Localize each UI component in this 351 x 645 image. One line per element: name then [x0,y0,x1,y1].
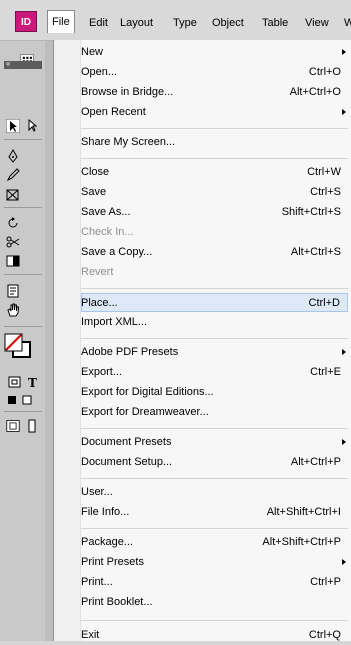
rotate-tool-icon[interactable] [6,216,20,230]
menu-item-file-info[interactable]: File Info... Alt+Shift+Ctrl+I [81,503,348,522]
menu-item-export-dreamweaver[interactable]: Export for Dreamweaver... [81,403,348,422]
menu-item-open-recent[interactable]: Open Recent [81,103,348,122]
menu-item-place[interactable]: Place... Ctrl+D [81,293,348,312]
menu-item-adobe-pdf-presets[interactable]: Adobe PDF Presets [81,343,348,362]
double-arrow-icon: « [6,59,11,68]
menu-item-export[interactable]: Export... Ctrl+E [81,363,348,382]
scissors-tool-icon[interactable] [6,235,20,249]
file-menu-dropdown: New Open... Ctrl+O Browse in Bridge... A… [53,40,351,641]
menu-item-new[interactable]: New [81,43,348,62]
menu-bar: ID File Edit Layout Type Object Table Vi… [0,0,351,41]
formatting-text-icon[interactable]: T [26,375,40,389]
menu-item-revert: Revert [81,266,114,278]
pencil-tool-icon[interactable] [6,168,20,182]
menu-item-exit[interactable]: Exit Ctrl+Q [81,626,348,645]
screen-mode-icon[interactable] [28,419,42,433]
menu-table[interactable]: Table [262,13,288,33]
menu-item-document-presets[interactable]: Document Presets [81,433,348,452]
fill-stroke-icon[interactable] [4,333,32,359]
panel-divider [45,41,53,641]
svg-text:T: T [28,376,37,389]
apply-gradient-icon[interactable] [22,393,36,407]
menu-window[interactable]: W [344,13,351,33]
formatting-container-icon[interactable] [8,375,22,389]
menu-file[interactable]: File [47,10,75,33]
menu-item-print-presets[interactable]: Print Presets [81,553,348,572]
tools-panel: « T [0,41,46,641]
menu-item-package[interactable]: Package... Alt+Shift+Ctrl+P [81,533,348,552]
pen-tool-icon[interactable] [6,149,20,163]
submenu-arrow-icon [342,109,346,115]
menu-item-browse-in-bridge[interactable]: Browse in Bridge... Alt+Ctrl+O [81,83,348,102]
menu-item-print-booklet[interactable]: Print Booklet... [81,593,348,612]
app-logo-icon: ID [15,11,37,32]
menu-layout[interactable]: Layout [120,13,153,33]
menu-type[interactable]: Type [173,13,197,33]
hand-tool-icon[interactable] [6,303,20,317]
panel-collapse-bar[interactable]: « [4,59,42,69]
menu-item-open[interactable]: Open... Ctrl+O [81,63,348,82]
submenu-arrow-icon [342,349,346,355]
menu-item-print[interactable]: Print... Ctrl+P [81,573,348,592]
selection-tool-icon[interactable] [6,119,20,133]
menu-item-save-a-copy[interactable]: Save a Copy... Alt+Ctrl+S [81,243,348,262]
menu-object[interactable]: Object [212,13,244,33]
submenu-arrow-icon [342,559,346,565]
direct-selection-tool-icon[interactable] [26,119,40,133]
menu-item-export-digital-editions[interactable]: Export for Digital Editions... [81,383,348,402]
apply-color-icon[interactable] [6,393,20,407]
menu-item-user[interactable]: User... [81,483,348,502]
menu-item-close[interactable]: Close Ctrl+W [81,163,348,182]
menu-item-document-setup[interactable]: Document Setup... Alt+Ctrl+P [81,453,348,472]
menu-edit[interactable]: Edit [89,13,108,33]
menu-item-check-in: Check In... [81,226,134,238]
view-mode-icon[interactable] [6,419,24,435]
menu-view[interactable]: View [305,13,329,33]
menu-item-import-xml[interactable]: Import XML... [81,313,348,332]
gradient-tool-icon[interactable] [6,254,20,268]
menu-item-share-my-screen[interactable]: Share My Screen... [81,133,348,152]
menu-item-save[interactable]: Save Ctrl+S [81,183,348,202]
rectangle-frame-tool-icon[interactable] [6,188,20,202]
submenu-arrow-icon [342,49,346,55]
menu-item-save-as[interactable]: Save As... Shift+Ctrl+S [81,203,348,222]
note-tool-icon[interactable] [6,284,20,298]
submenu-arrow-icon [342,439,346,445]
